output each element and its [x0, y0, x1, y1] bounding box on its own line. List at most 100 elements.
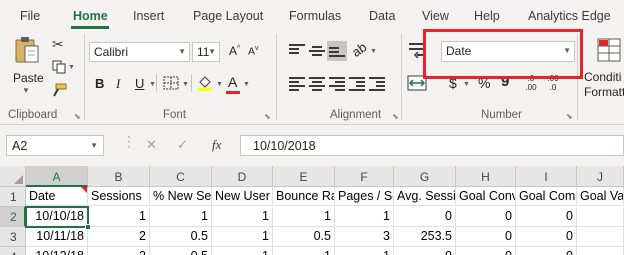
column-header-h[interactable]: H — [456, 166, 516, 187]
column-header-e[interactable]: E — [273, 166, 335, 187]
column-header-i[interactable]: I — [516, 166, 577, 187]
cell-h1[interactable]: Goal Conv — [456, 187, 516, 206]
tab-data[interactable]: Data — [369, 9, 395, 23]
cell-j3[interactable] — [577, 227, 624, 247]
tab-view[interactable]: View — [422, 9, 449, 23]
fill-handle[interactable] — [85, 224, 91, 230]
font-color-dropdown-icon[interactable]: ▼ — [243, 81, 250, 88]
tab-help[interactable]: Help — [474, 9, 500, 23]
cell-c2[interactable]: 1 — [150, 207, 212, 227]
cell-g4[interactable]: 0 — [394, 247, 456, 255]
cell-e2[interactable]: 1 — [273, 207, 335, 227]
alignment-launcher-icon[interactable]: ⬊ — [392, 112, 399, 121]
align-right-icon[interactable] — [329, 77, 345, 91]
insert-function-icon[interactable]: fx — [212, 137, 221, 153]
select-all-button[interactable] — [0, 166, 26, 187]
cell-i4[interactable]: 0 — [516, 247, 577, 255]
enter-icon[interactable]: ✓ — [177, 137, 188, 153]
top-align-icon[interactable] — [289, 44, 305, 57]
cancel-icon[interactable]: ✕ — [146, 137, 157, 153]
number-launcher-icon[interactable]: ⬊ — [566, 112, 573, 121]
formula-input[interactable]: 10/10/2018 — [240, 135, 624, 156]
font-color-button[interactable]: A — [228, 74, 237, 90]
underline-dropdown-icon[interactable]: ▼ — [149, 81, 156, 88]
shrink-font-button[interactable]: Av — [248, 45, 259, 58]
cell-c3[interactable]: 0.5 — [150, 227, 212, 247]
cell-h2[interactable]: 0 — [456, 207, 516, 227]
font-size-dropdown[interactable]: 11 ▼ — [192, 42, 220, 62]
cell-c1[interactable]: % New Se — [150, 187, 212, 206]
cell-d3[interactable]: 1 — [212, 227, 273, 247]
cell-f2[interactable]: 1 — [335, 207, 394, 227]
cell-b4[interactable]: 2 — [88, 247, 150, 255]
tab-analytics-edge[interactable]: Analytics Edge — [528, 9, 611, 23]
cell-f1[interactable]: Pages / Se — [335, 187, 394, 206]
column-header-j[interactable]: J — [577, 166, 624, 187]
fill-color-dropdown-icon[interactable]: ▼ — [216, 81, 223, 88]
cell-e3[interactable]: 0.5 — [273, 227, 335, 247]
column-header-f[interactable]: F — [335, 166, 394, 187]
underline-button[interactable]: U — [135, 76, 144, 91]
conditional-formatting-label-line2[interactable]: Formatti — [584, 85, 624, 99]
borders-icon[interactable] — [163, 76, 179, 90]
conditional-formatting-label-line1[interactable]: Conditi — [584, 70, 621, 84]
row-header-3[interactable]: 3 — [0, 227, 26, 247]
column-header-b[interactable]: B — [88, 166, 150, 187]
cell-b1[interactable]: Sessions — [88, 187, 150, 206]
paste-button[interactable]: Paste — [13, 71, 44, 85]
cell-c4[interactable]: 0.5 — [150, 247, 212, 255]
column-header-d[interactable]: D — [212, 166, 273, 187]
cell-j2[interactable] — [577, 207, 624, 227]
cell-b2[interactable]: 1 — [88, 207, 150, 227]
cell-f4[interactable]: 1 — [335, 247, 394, 255]
bold-button[interactable]: B — [95, 76, 104, 91]
align-left-icon[interactable] — [289, 77, 305, 91]
column-header-c[interactable]: C — [150, 166, 212, 187]
row-header-4[interactable]: 4 — [0, 247, 26, 255]
column-header-a[interactable]: A — [26, 166, 88, 187]
currency-dropdown-icon[interactable]: ▼ — [463, 81, 470, 88]
clipboard-launcher-icon[interactable]: ⬊ — [74, 112, 81, 121]
cell-f3[interactable]: 3 — [335, 227, 394, 247]
orientation-dropdown-icon[interactable]: ▼ — [370, 48, 377, 55]
cell-h3[interactable]: 0 — [456, 227, 516, 247]
cell-a3[interactable]: 10/11/18 — [26, 227, 88, 247]
cell-d2[interactable]: 1 — [212, 207, 273, 227]
cell-a1[interactable]: Date — [26, 187, 88, 206]
cell-i3[interactable]: 0 — [516, 227, 577, 247]
bottom-align-icon[interactable] — [329, 47, 345, 60]
cell-h4[interactable]: 0 — [456, 247, 516, 255]
font-name-dropdown[interactable]: Calibri ▼ — [89, 42, 190, 62]
row-header-2[interactable]: 2 — [0, 207, 26, 227]
cell-g2[interactable]: 0 — [394, 207, 456, 227]
name-box[interactable]: A2 ▼ — [6, 135, 104, 156]
paste-dropdown-icon[interactable]: ▼ — [22, 86, 30, 95]
tab-page-layout[interactable]: Page Layout — [193, 9, 263, 23]
cell-j1[interactable]: Goal Va — [577, 187, 624, 206]
align-center-icon[interactable] — [309, 77, 325, 91]
tab-file[interactable]: File — [20, 9, 40, 23]
cell-d1[interactable]: New User — [212, 187, 273, 206]
cell-b3[interactable]: 2 — [88, 227, 150, 247]
cell-i2[interactable]: 0 — [516, 207, 577, 227]
cell-g1[interactable]: Avg. Sessi — [394, 187, 456, 206]
italic-button[interactable]: I — [116, 76, 120, 92]
cut-icon[interactable]: ✂ — [52, 36, 64, 53]
cell-i1[interactable]: Goal Com — [516, 187, 577, 206]
copy-dropdown-icon[interactable]: ▼ — [68, 64, 75, 71]
column-header-g[interactable]: G — [394, 166, 456, 187]
format-painter-icon[interactable] — [50, 83, 68, 97]
borders-dropdown-icon[interactable]: ▼ — [182, 81, 189, 88]
cell-j4[interactable] — [577, 247, 624, 255]
tab-formulas[interactable]: Formulas — [289, 9, 341, 23]
cell-d4[interactable]: 1 — [212, 247, 273, 255]
font-launcher-icon[interactable]: ⬊ — [264, 112, 271, 121]
paste-icon[interactable] — [14, 36, 40, 64]
row-header-1[interactable]: 1 — [0, 187, 26, 207]
cell-e4[interactable]: 1 — [273, 247, 335, 255]
cell-g3[interactable]: 253.5 — [394, 227, 456, 247]
cell-a4[interactable]: 10/12/18 — [26, 247, 88, 255]
orientation-icon[interactable]: ab — [349, 39, 369, 60]
copy-icon[interactable] — [52, 60, 66, 74]
fill-color-icon[interactable] — [196, 74, 214, 92]
